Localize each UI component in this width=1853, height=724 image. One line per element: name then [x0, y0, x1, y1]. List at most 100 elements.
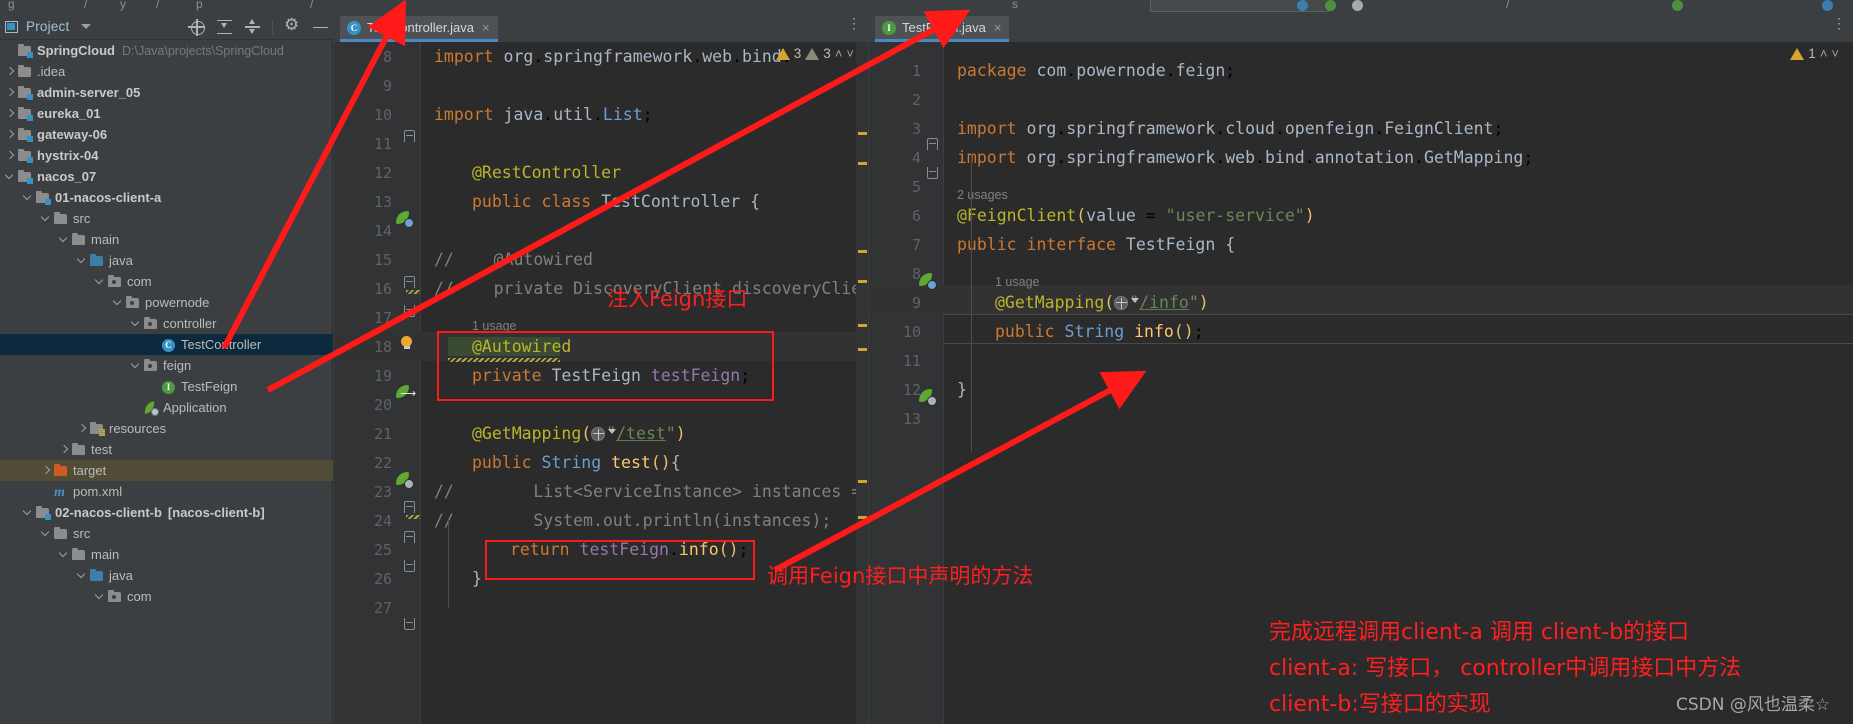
tree-item-powernode[interactable]: powernode	[0, 292, 333, 313]
next-problem-icon[interactable]: ˅	[1831, 46, 1839, 61]
close-icon[interactable]: ×	[994, 20, 1002, 35]
spring-bean-gutter-icon[interactable]	[919, 272, 937, 290]
chevron-down-icon[interactable]	[22, 507, 33, 518]
usage-inlay-hint[interactable]: 2 usages	[957, 188, 1008, 202]
fold-marker-icon[interactable]	[404, 560, 415, 572]
spring-url-gutter-icon[interactable]	[396, 471, 414, 489]
tree-item-testcontroller[interactable]: C TestController	[0, 334, 333, 355]
chevron-down-icon[interactable]	[130, 318, 141, 329]
tree-item-nacos-07[interactable]: nacos_07	[0, 166, 333, 187]
tree-item-application[interactable]: Application	[0, 397, 333, 418]
tree-item-target[interactable]: target	[0, 460, 333, 481]
tree-item-springcloud[interactable]: SpringCloud D:\Java\projects\SpringCloud	[0, 40, 333, 61]
tree-item-feign[interactable]: feign	[0, 355, 333, 376]
resources-folder-icon	[89, 421, 105, 436]
next-problem-icon[interactable]: ˅	[846, 46, 854, 61]
fold-marker-icon[interactable]	[927, 138, 938, 150]
tree-item-testfeign[interactable]: I TestFeign	[0, 376, 333, 397]
usage-inlay-hint[interactable]: 1 usage	[995, 275, 1039, 289]
tree-item-test[interactable]: test	[0, 439, 333, 460]
fold-marker-icon[interactable]	[404, 130, 415, 142]
expand-all-icon[interactable]	[216, 19, 233, 36]
spring-bean-gutter-icon[interactable]	[396, 210, 414, 228]
tree-item-hystrix-04[interactable]: hystrix-04	[0, 145, 333, 166]
chevron-down-icon[interactable]	[40, 213, 51, 224]
folder-icon	[71, 547, 87, 562]
chevron-down-icon[interactable]	[58, 234, 69, 245]
tree-item-idea[interactable]: .idea	[0, 61, 333, 82]
usage-inlay-hint[interactable]: 1 usage	[472, 319, 516, 333]
chevron-down-icon[interactable]	[4, 171, 15, 182]
chevron-down-icon[interactable]	[94, 276, 105, 287]
line-number: 26	[373, 569, 392, 588]
tree-item-com[interactable]: com	[0, 586, 333, 607]
fold-marker-icon[interactable]	[404, 618, 415, 630]
chevron-right-icon[interactable]	[58, 444, 69, 455]
prev-problem-icon[interactable]: ˄	[1820, 46, 1828, 61]
gear-icon[interactable]	[284, 15, 301, 36]
project-tree[interactable]: SpringCloud D:\Java\projects\SpringCloud.…	[0, 40, 333, 724]
code-area-left[interactable]: 8 import org.springframework.web.bind. 9 10…	[334, 42, 868, 724]
tree-item-gateway-06[interactable]: gateway-06	[0, 124, 333, 145]
tab-testcontroller-java[interactable]: C TestController.java ×	[340, 16, 498, 42]
chevron-right-icon[interactable]	[4, 66, 15, 77]
tree-item-admin-server-05[interactable]: admin-server_05	[0, 82, 333, 103]
intention-bulb-icon[interactable]	[400, 336, 413, 351]
tree-item-pom-xml[interactable]: m pom.xml	[0, 481, 333, 502]
inspection-widget-right[interactable]: 1 ˄ ˅	[1790, 46, 1839, 61]
code-line: 6 @FeignClient(value = "user-service")	[869, 201, 1853, 230]
tree-item-eureka-01[interactable]: eureka_01	[0, 103, 333, 124]
fold-marker-icon[interactable]	[404, 305, 415, 317]
close-icon[interactable]: ×	[482, 20, 490, 35]
chevron-down-icon[interactable]	[76, 255, 87, 266]
chevron-down-icon[interactable]	[130, 360, 141, 371]
spring-url-gutter-icon[interactable]	[919, 388, 937, 406]
fold-marker-icon[interactable]	[404, 276, 415, 288]
tree-item-main[interactable]: main	[0, 229, 333, 250]
tab-label: TestFeign.java	[902, 20, 986, 35]
error-stripe-left[interactable]	[856, 42, 868, 724]
chevron-down-icon[interactable]	[81, 24, 92, 29]
inspection-widget-left[interactable]: 3 3 ˄ ˅	[775, 46, 854, 61]
collapse-all-icon[interactable]	[244, 19, 261, 36]
tree-item-resources[interactable]: resources	[0, 418, 333, 439]
chevron-right-icon[interactable]	[76, 423, 87, 434]
tree-item-label: resources	[109, 421, 167, 436]
tree-item-java[interactable]: java	[0, 565, 333, 586]
fold-marker-icon[interactable]	[404, 501, 415, 513]
chevron-right-icon[interactable]	[4, 87, 15, 98]
fold-marker-icon[interactable]	[927, 167, 938, 179]
sources-root-folder-icon	[89, 253, 105, 268]
chevron-down-icon[interactable]	[94, 591, 105, 602]
locate-icon[interactable]	[188, 18, 205, 36]
chevron-down-icon[interactable]	[112, 297, 123, 308]
chevron-down-icon[interactable]	[58, 549, 69, 560]
more-vertical-icon[interactable]: ⋮	[847, 16, 861, 30]
fold-marker-icon[interactable]	[404, 531, 415, 543]
tree-item-com[interactable]: com	[0, 271, 333, 292]
line-number: 5	[911, 177, 921, 196]
chevron-right-icon[interactable]	[40, 465, 51, 476]
line-number: 17	[373, 308, 392, 327]
chevron-down-icon[interactable]	[40, 528, 51, 539]
module-folder-icon	[17, 85, 33, 100]
tree-item-02-nacos-client-b[interactable]: 02-nacos-client-b [nacos-client-b]	[0, 502, 333, 523]
tree-item-src[interactable]: src	[0, 208, 333, 229]
tree-item-01-nacos-client-a[interactable]: 01-nacos-client-a	[0, 187, 333, 208]
tab-testfeign-java[interactable]: I TestFeign.java ×	[875, 16, 1010, 42]
tree-item-main[interactable]: main	[0, 544, 333, 565]
more-vertical-icon[interactable]: ⋮	[1832, 16, 1846, 30]
spring-autowired-gutter-icon[interactable]: ⟶	[396, 384, 416, 401]
tree-item-java[interactable]: java	[0, 250, 333, 271]
chevron-right-icon[interactable]	[4, 108, 15, 119]
chevron-down-icon[interactable]	[22, 192, 33, 203]
chevron-down-icon[interactable]	[76, 570, 87, 581]
code-area-right[interactable]: 1 package com.powernode.feign; 2 3 import or…	[869, 42, 1853, 724]
prev-problem-icon[interactable]: ˄	[835, 46, 843, 61]
tree-item-src[interactable]: src	[0, 523, 333, 544]
chevron-right-icon[interactable]	[4, 150, 15, 161]
minimize-icon[interactable]	[312, 19, 329, 36]
chevron-right-icon[interactable]	[4, 129, 15, 140]
tree-item-controller[interactable]: controller	[0, 313, 333, 334]
class-icon: C	[347, 20, 361, 35]
